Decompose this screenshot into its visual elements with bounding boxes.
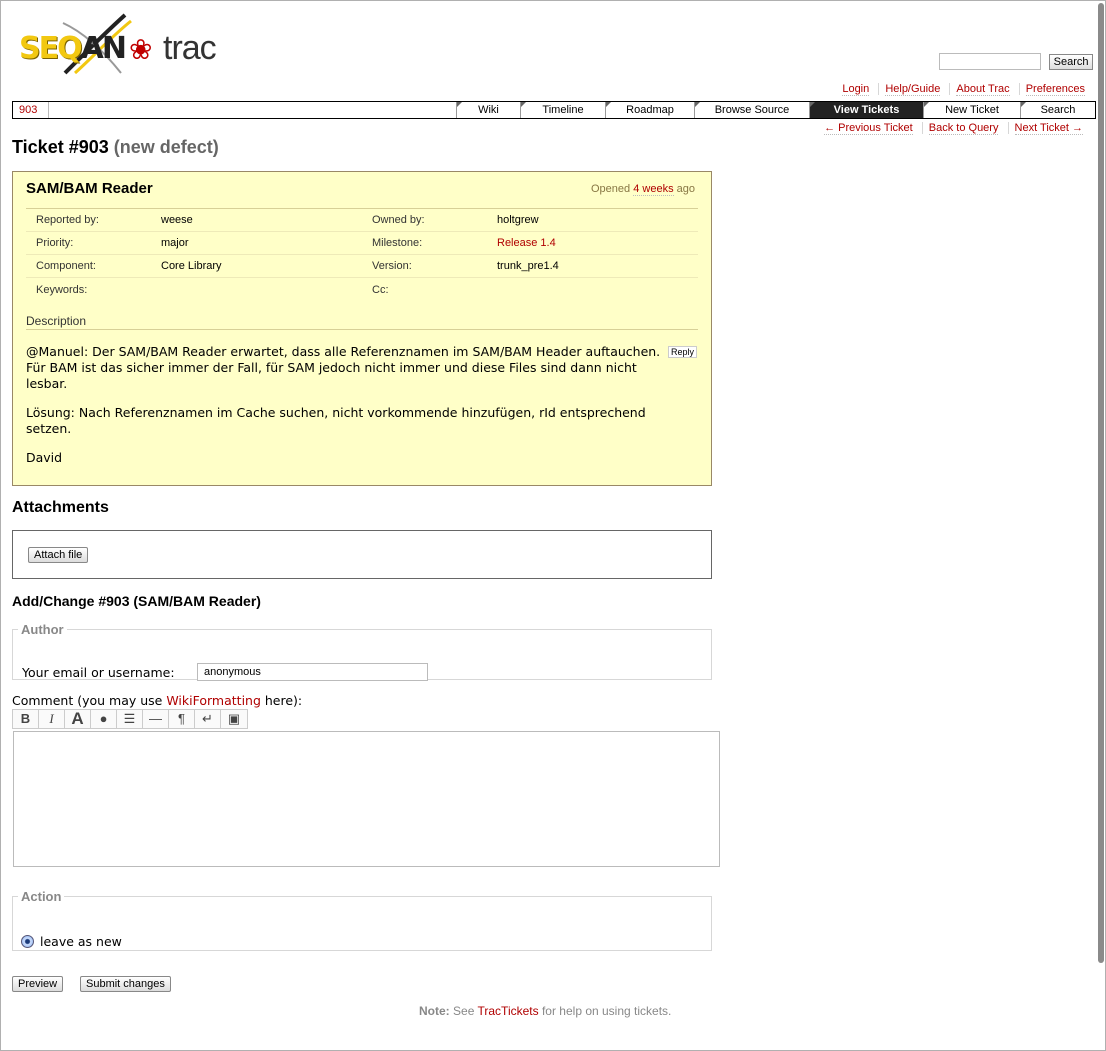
tab-wiki[interactable]: Wiki bbox=[456, 102, 520, 118]
line-break-icon[interactable]: ↵ bbox=[195, 710, 221, 728]
submit-changes-button[interactable]: Submit changes bbox=[80, 976, 171, 992]
wiki-toolbar: B I A ● ☰ — ¶ ↵ ▣ bbox=[12, 709, 248, 729]
owned-by-label: Owned by: bbox=[372, 214, 425, 226]
tab-browse-source[interactable]: Browse Source bbox=[694, 102, 809, 118]
search-button[interactable]: Search bbox=[1048, 53, 1094, 70]
author-legend: Author bbox=[21, 622, 64, 637]
reported-by-label: Reported by: bbox=[36, 214, 99, 226]
meta-nav: Login Help/Guide About Trac Preferences bbox=[836, 83, 1091, 96]
paragraph-icon[interactable]: ¶ bbox=[169, 710, 195, 728]
context-ticket-number: 903 bbox=[13, 102, 49, 118]
property-row: Component: Core Library Version: trunk_p… bbox=[26, 255, 698, 278]
horizontal-rule-icon[interactable]: — bbox=[143, 710, 169, 728]
banner: SEQAN ❀ trac Search Login Help/Guide Abo… bbox=[1, 1, 1105, 101]
preview-button[interactable]: Preview bbox=[12, 976, 64, 992]
milestone-link[interactable]: Release 1.4 bbox=[497, 237, 556, 249]
milestone-label: Milestone: bbox=[372, 237, 423, 249]
seqan-trac-logo[interactable]: SEQAN ❀ trac bbox=[15, 13, 229, 75]
keywords-label: Keywords: bbox=[36, 283, 88, 296]
owned-by-value: holtgrew bbox=[497, 214, 539, 226]
previous-ticket-link[interactable]: ← Previous Ticket bbox=[824, 122, 913, 135]
bold-icon[interactable]: B bbox=[13, 710, 39, 728]
description-heading: Description bbox=[26, 314, 698, 330]
reported-by-value: weese bbox=[161, 214, 193, 226]
component-label: Component: bbox=[36, 260, 96, 272]
author-label: Your email or username: bbox=[22, 665, 175, 680]
search-form: Search bbox=[939, 53, 1094, 71]
attachments-box: Attach file bbox=[12, 530, 712, 579]
login-link[interactable]: Login bbox=[842, 83, 870, 96]
leave-as-new-label: leave as new bbox=[40, 934, 122, 949]
comment-textarea[interactable] bbox=[13, 731, 720, 867]
action-legend: Action bbox=[21, 889, 62, 904]
image-icon[interactable]: ▣ bbox=[221, 710, 247, 728]
ticket-status: (new defect) bbox=[113, 137, 219, 157]
help-note: Note: See TracTickets for help on using … bbox=[419, 1004, 672, 1018]
context-nav: ← Previous Ticket Back to Query Next Tic… bbox=[818, 122, 1089, 135]
leave-as-new-radio[interactable] bbox=[21, 935, 34, 948]
opened-date: Opened 4 weeks ago bbox=[591, 183, 695, 196]
reply-button[interactable]: Reply bbox=[667, 346, 697, 358]
about-trac-link[interactable]: About Trac bbox=[956, 83, 1010, 96]
logo-trac-text: trac bbox=[163, 29, 217, 67]
wikiformatting-link[interactable]: WikiFormatting bbox=[166, 693, 261, 708]
opened-time-link[interactable]: 4 weeks bbox=[633, 183, 674, 196]
priority-label: Priority: bbox=[36, 237, 74, 249]
heading-icon[interactable]: A bbox=[65, 710, 91, 728]
description-paragraph: Lösung: Nach Referenznamen im Cache such… bbox=[26, 405, 646, 436]
tab-timeline[interactable]: Timeline bbox=[520, 102, 605, 118]
version-value: trunk_pre1.4 bbox=[497, 260, 559, 272]
next-ticket-link[interactable]: Next Ticket → bbox=[1014, 122, 1083, 135]
logo-seqan-text: SEQAN bbox=[19, 31, 127, 66]
attach-file-button[interactable]: Attach file bbox=[28, 547, 89, 563]
preferences-link[interactable]: Preferences bbox=[1025, 83, 1085, 96]
ticket-description: @Manuel: Der SAM/BAM Reader erwartet, da… bbox=[26, 344, 671, 479]
property-row: Reported by: weese Owned by: holtgrew bbox=[26, 209, 698, 232]
link-icon[interactable]: ● bbox=[91, 710, 117, 728]
search-input[interactable] bbox=[939, 53, 1041, 71]
ticket-summary: SAM/BAM Reader bbox=[26, 180, 153, 197]
attachments-heading: Attachments bbox=[12, 499, 109, 516]
description-paragraph: David bbox=[26, 450, 63, 465]
help-guide-link[interactable]: Help/Guide bbox=[885, 83, 941, 96]
property-row: Keywords: Cc: bbox=[26, 278, 698, 301]
cc-label: Cc: bbox=[372, 283, 389, 296]
add-change-heading: Add/Change #903 (SAM/BAM Reader) bbox=[12, 593, 261, 609]
back-to-query-link[interactable]: Back to Query bbox=[928, 122, 999, 135]
component-value: Core Library bbox=[161, 260, 222, 272]
italic-icon[interactable]: I bbox=[39, 710, 65, 728]
scrollbar[interactable] bbox=[1097, 1, 1105, 1050]
author-input[interactable] bbox=[197, 663, 428, 681]
paw-icon: ❀ bbox=[129, 34, 153, 65]
main-nav: 903 Wiki Timeline Roadmap Browse Source … bbox=[12, 101, 1096, 119]
action-fieldset: Action leave as new bbox=[12, 889, 712, 951]
tractickets-link[interactable]: TracTickets bbox=[478, 1004, 539, 1018]
author-fieldset: Author Your email or username: bbox=[12, 622, 712, 681]
tab-search[interactable]: Search bbox=[1020, 102, 1095, 118]
property-row: Priority: major Milestone: Release 1.4 bbox=[26, 232, 698, 255]
ticket-number: Ticket #903 bbox=[12, 137, 109, 157]
tab-roadmap[interactable]: Roadmap bbox=[605, 102, 694, 118]
description-paragraph: @Manuel: Der SAM/BAM Reader erwartet, da… bbox=[26, 344, 661, 391]
code-block-icon[interactable]: ☰ bbox=[117, 710, 143, 728]
tab-new-ticket[interactable]: New Ticket bbox=[923, 102, 1020, 118]
ticket-properties: Reported by: weese Owned by: holtgrew Pr… bbox=[26, 208, 698, 301]
version-label: Version: bbox=[372, 260, 412, 272]
scrollbar-thumb[interactable] bbox=[1098, 3, 1104, 963]
ticket-box: SAM/BAM Reader Opened 4 weeks ago Report… bbox=[12, 171, 712, 486]
priority-value: major bbox=[161, 237, 189, 249]
page-title: Ticket #903 (new defect) bbox=[12, 137, 219, 158]
comment-label: Comment (you may use WikiFormatting here… bbox=[12, 693, 303, 708]
tab-view-tickets[interactable]: View Tickets bbox=[809, 102, 923, 118]
